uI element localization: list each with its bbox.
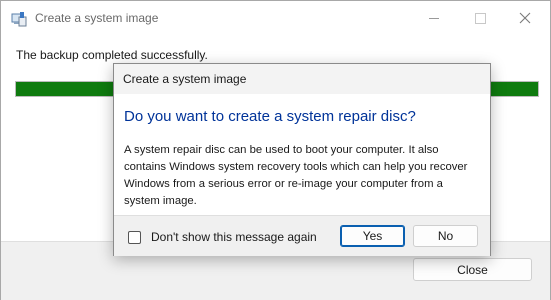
window-close-button[interactable]: [503, 1, 549, 36]
close-icon: [519, 12, 531, 24]
window-title: Create a system image: [35, 11, 159, 25]
dont-show-again-checkbox[interactable]: [128, 231, 141, 244]
window-titlebar: Create a system image: [1, 1, 550, 36]
minimize-icon: [429, 18, 439, 19]
system-image-app-icon: [11, 11, 27, 27]
dialog-heading: Do you want to create a system repair di…: [124, 108, 416, 125]
no-button[interactable]: No: [413, 225, 478, 247]
repair-disc-dialog: Create a system image Do you want to cre…: [113, 63, 491, 256]
close-button[interactable]: Close: [413, 258, 532, 281]
backup-status-message: The backup completed successfully.: [16, 48, 208, 62]
maximize-button[interactable]: [457, 1, 503, 36]
yes-button[interactable]: Yes: [340, 225, 405, 247]
dialog-footer: Don't show this message again Yes No: [114, 215, 490, 256]
dialog-body-text: A system repair disc can be used to boot…: [124, 144, 468, 207]
dont-show-again-label[interactable]: Don't show this message again: [151, 230, 317, 244]
minimize-button[interactable]: [411, 1, 457, 36]
maximize-icon: [475, 13, 486, 24]
dialog-titlebar: Create a system image: [114, 64, 490, 94]
dialog-title: Create a system image: [123, 72, 247, 86]
